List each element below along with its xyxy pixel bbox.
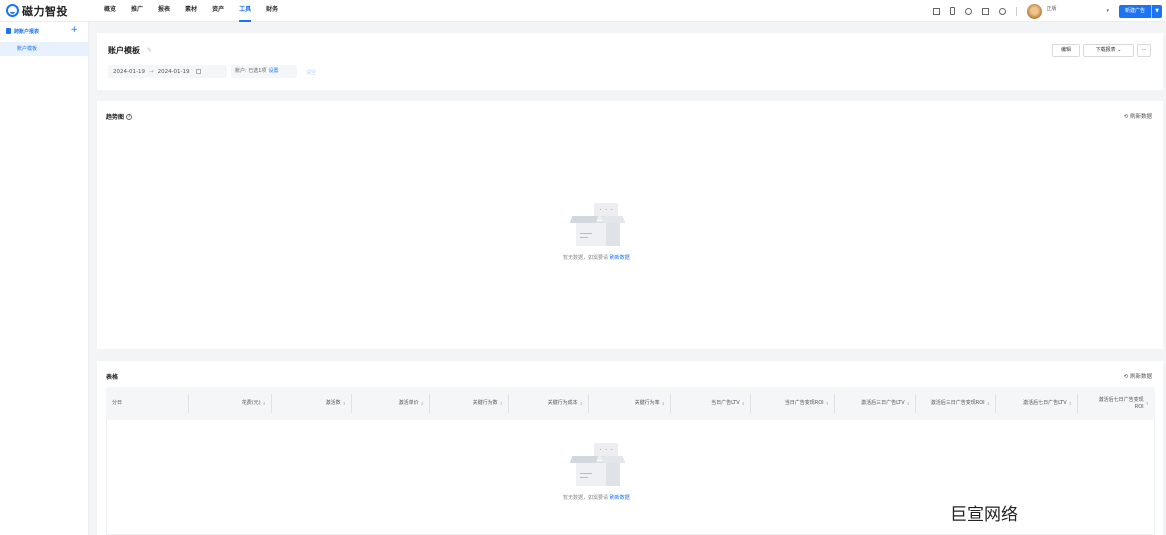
table-empty-state: 暂无数据，如需要请 刷新数据: [563, 441, 630, 501]
trend-empty-state: 暂无数据，如需要请 刷新数据: [563, 201, 630, 261]
nav-reports[interactable]: 报表: [158, 0, 170, 22]
trend-chart-card: 趋势图 ? ⟲ 刷新数据 暂无数据，如需要请 刷新数据: [97, 101, 1163, 349]
page-title: 账户模板: [108, 46, 140, 55]
app-name: 磁力智投: [22, 4, 68, 18]
column-header-3day-roi[interactable]: 激活后三日广告变现ROI ⇕: [916, 387, 996, 420]
date-start: 2024-01-19: [113, 68, 145, 75]
nav-overview[interactable]: 概览: [104, 0, 116, 22]
edit-button[interactable]: 编辑: [1052, 44, 1080, 57]
account-settings-link[interactable]: 设置: [268, 68, 278, 74]
sidebar: 跨账户报表 + 账户模板: [0, 22, 89, 535]
trend-title: 趋势图 ?: [106, 113, 133, 121]
column-header-activation-cost[interactable]: 激活单价 ⇕: [352, 387, 430, 420]
chevron-down-icon[interactable]: ▾: [1106, 8, 1109, 14]
dropdown-arrow-icon[interactable]: ▼: [1152, 5, 1162, 18]
message-icon[interactable]: [933, 7, 941, 15]
table-title: 表格: [106, 374, 119, 381]
column-header-date[interactable]: 分日: [106, 387, 189, 420]
question-icon[interactable]: ?: [126, 113, 133, 120]
sort-icon: ⇕: [1068, 401, 1072, 406]
date-separator: →: [148, 68, 154, 75]
empty-message: 暂无数据，如需要请 刷新数据: [563, 255, 630, 261]
add-report-button[interactable]: +: [70, 25, 78, 35]
top-actions: 正版 ▾ 新建广告 ▼: [923, 0, 1162, 22]
sort-icon: ⇕: [579, 401, 583, 406]
more-button[interactable]: ···: [1137, 44, 1151, 57]
sort-icon: ⇕: [342, 401, 346, 406]
refresh-trend-button[interactable]: ⟲ 刷新数据: [1124, 112, 1152, 120]
column-header-day-roi[interactable]: 当日广告变现ROI ⇕: [751, 387, 835, 420]
sort-icon: ⇕: [825, 401, 829, 406]
calendar-icon: [195, 69, 201, 74]
mobile-icon[interactable]: [950, 7, 956, 15]
new-ad-label[interactable]: 新建广告: [1119, 5, 1151, 18]
refresh-data-link[interactable]: 刷新数据: [610, 495, 630, 501]
top-bar: 磁力智投 概览 推广 报表 素材 资产 工具 财务 正版 ▾ 新建广告 ▼: [0, 0, 1166, 22]
new-ad-button[interactable]: 新建广告 ▼: [1118, 4, 1162, 18]
sort-icon: ⇕: [1145, 401, 1149, 406]
refresh-table-button[interactable]: ⟲ 刷新数据: [1124, 372, 1152, 380]
sort-icon: ⇕: [741, 401, 745, 406]
nav-tools[interactable]: 工具: [239, 0, 252, 22]
nav-materials[interactable]: 素材: [185, 0, 197, 22]
empty-message: 暂无数据，如需要请 刷新数据: [563, 495, 630, 501]
column-header-cost[interactable]: 花费(元) ⇕: [189, 387, 272, 420]
sidebar-group-label: 跨账户报表: [14, 28, 40, 35]
table-header: 分日 花费(元) ⇕ 激活数 ⇕ 激活单价 ⇕ 关键行为数 ⇕ 关键行为成本 ⇕ 关键行为…: [106, 387, 1155, 420]
clear-filter-link[interactable]: 清空: [306, 69, 316, 76]
column-header-key-action-rate[interactable]: 关键行为率 ⇕: [589, 387, 671, 420]
nav-finance[interactable]: 财务: [266, 0, 278, 22]
date-end: 2024-01-19: [157, 68, 190, 75]
column-header-3day-ltv[interactable]: 激活后三日广告LTV ⇕: [835, 387, 916, 420]
column-header-activations[interactable]: 激活数 ⇕: [272, 387, 352, 420]
sort-icon: ⇕: [661, 401, 665, 406]
edit-title-icon[interactable]: ✎: [147, 47, 152, 54]
sort-icon: ⇕: [262, 401, 266, 406]
download-report-button[interactable]: 下载报表 ⌄: [1083, 44, 1134, 57]
sort-icon: ⇕: [986, 401, 990, 406]
column-header-key-actions[interactable]: 关键行为数 ⇕: [430, 387, 509, 420]
column-header-day-ltv[interactable]: 当日广告LTV ⇕: [671, 387, 751, 420]
username[interactable]: 正版: [1046, 5, 1056, 12]
column-header-7day-roi[interactable]: 激活后七日广告变现ROI ⇕: [1078, 387, 1155, 420]
notification-icon[interactable]: [965, 7, 973, 15]
divider: [1016, 6, 1018, 16]
help-icon[interactable]: [999, 7, 1007, 15]
report-icon: [6, 28, 11, 34]
logo-icon: [6, 4, 19, 17]
app-logo[interactable]: 磁力智投: [6, 3, 94, 19]
column-header-7day-ltv[interactable]: 激活后七日广告LTV ⇕: [996, 387, 1078, 420]
refresh-data-link[interactable]: 刷新数据: [610, 255, 630, 261]
nav-promotion[interactable]: 推广: [131, 0, 143, 22]
avatar[interactable]: [1027, 3, 1043, 19]
empty-box-icon: [568, 201, 626, 247]
sort-icon: ⇕: [906, 401, 910, 406]
watermark: 巨宣网络: [950, 505, 1018, 525]
account-filter[interactable]: 账户: 已选1项 设置: [231, 65, 297, 78]
account-selected: 账户: 已选1项: [235, 68, 267, 74]
sidebar-item-account-template[interactable]: 账户模板: [0, 42, 88, 56]
mail-icon[interactable]: [982, 7, 990, 15]
report-header: 账户模板 ✎ 2024-01-19 → 2024-01-19 账户: 已选1项设…: [97, 33, 1163, 90]
nav-assets[interactable]: 资产: [212, 0, 224, 22]
date-range-picker[interactable]: 2024-01-19 → 2024-01-19: [108, 65, 227, 78]
main-nav: 概览 推广 报表 素材 资产 工具 财务: [104, 0, 293, 22]
column-header-key-action-cost[interactable]: 关键行为成本 ⇕: [509, 387, 589, 420]
sort-icon: ⇕: [499, 401, 503, 406]
empty-box-icon: [568, 441, 626, 487]
sort-icon: ⇕: [420, 401, 424, 406]
